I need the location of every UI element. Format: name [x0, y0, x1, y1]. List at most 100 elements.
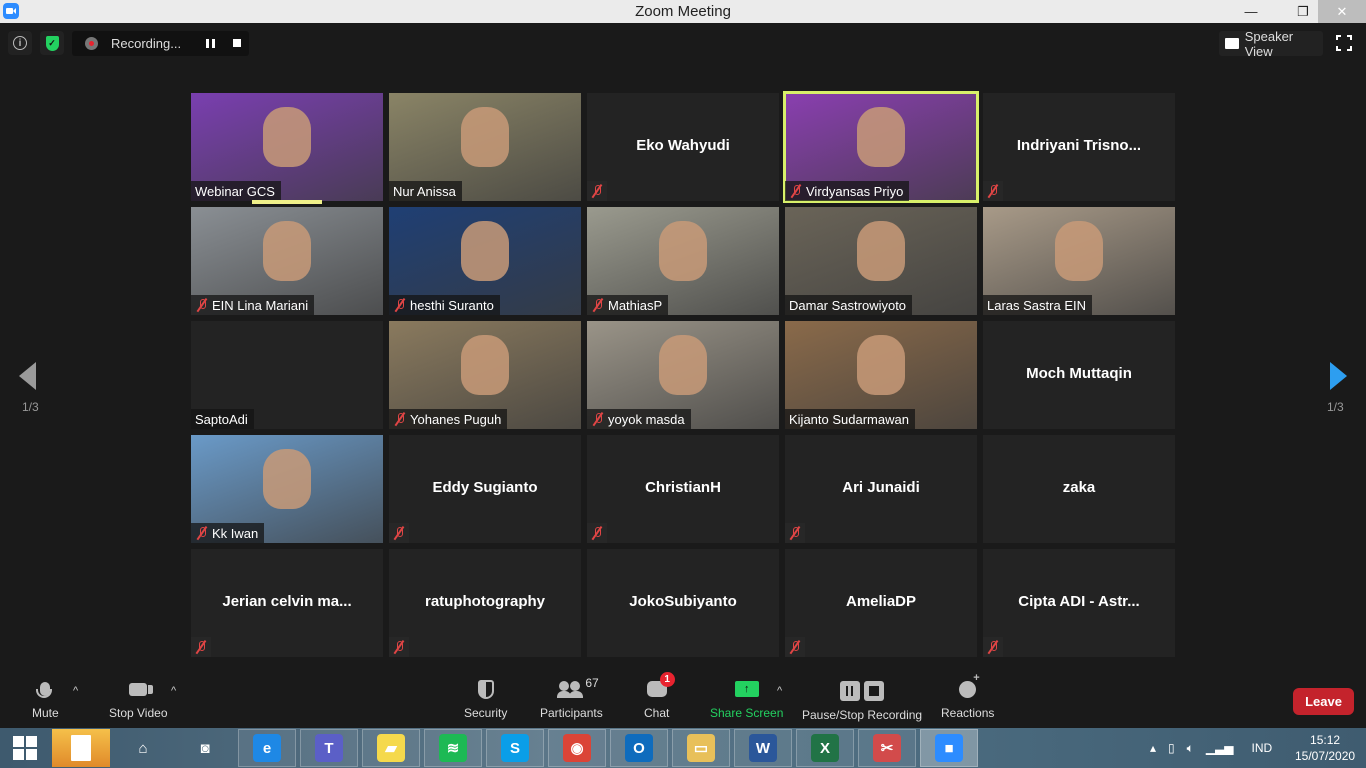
minimize-button[interactable]: —: [1228, 0, 1274, 23]
chat-unread-badge: 1: [659, 672, 675, 687]
network-signal-icon[interactable]: ▁▃▅: [1206, 741, 1234, 755]
taskbar-app-word[interactable]: W: [734, 729, 792, 767]
taskbar-app-microsoft-teams[interactable]: T: [300, 729, 358, 767]
page-indicator-left: 1/3: [22, 400, 39, 414]
excel-icon: X: [811, 734, 839, 762]
participant-name: ratuphotography: [425, 593, 545, 610]
participant-name-label: Laras Sastra EIN: [983, 295, 1092, 315]
mute-label: Mute: [32, 706, 59, 720]
share-screen-button[interactable]: ↑ Share Screen: [710, 678, 783, 720]
start-button[interactable]: [0, 729, 50, 767]
speaker-view-label: Speaker View: [1244, 28, 1294, 59]
participant-tile[interactable]: Virdyansas Priyo: [783, 91, 979, 203]
title-bar: Zoom Meeting — ❐ ✕: [0, 0, 1366, 23]
participant-name: Kk Iwan: [212, 525, 259, 541]
participants-button[interactable]: 67 Participants: [540, 676, 603, 720]
volume-icon[interactable]: 🔈︎: [1187, 741, 1194, 756]
taskbar-app-sticky-notes[interactable]: ▰: [362, 729, 420, 767]
participant-name: Nur Anissa: [393, 183, 456, 199]
meeting-info-button[interactable]: i: [8, 31, 32, 55]
participant-tile[interactable]: Yohanes Puguh: [389, 321, 581, 429]
pause-recording-button[interactable]: [206, 39, 215, 48]
muted-indicator: [983, 637, 1003, 657]
show-hidden-icons-chevron[interactable]: ▴: [1150, 741, 1156, 755]
taskbar-app-file-explorer-pinned[interactable]: [52, 729, 110, 767]
participant-name: JokoSubiyanto: [629, 593, 737, 610]
taskbar-app-internet-explorer[interactable]: e: [238, 729, 296, 767]
taskbar-app-snipping-tool[interactable]: ✂: [858, 729, 916, 767]
security-button[interactable]: Security: [464, 678, 507, 720]
chat-button[interactable]: 1 Chat: [644, 672, 675, 720]
stop-recording-button[interactable]: [233, 39, 241, 47]
participant-tile[interactable]: Laras Sastra EIN: [983, 207, 1175, 315]
encryption-button[interactable]: ✓: [40, 31, 64, 55]
participant-name-label: yoyok masda: [587, 409, 691, 429]
clock-date: 15/07/2020: [1295, 749, 1356, 763]
participant-tile[interactable]: Eddy Sugianto: [389, 435, 581, 543]
participant-tile[interactable]: zaka: [983, 435, 1175, 543]
participant-tile[interactable]: Damar Sastrowiyoto: [785, 207, 977, 315]
participant-name: EIN Lina Mariani: [212, 297, 309, 313]
muted-mic-icon: [591, 297, 605, 313]
muted-mic-icon: [789, 183, 803, 199]
taskbar-app-zoom[interactable]: ■: [920, 729, 978, 767]
reactions-button[interactable]: Reactions: [941, 672, 994, 721]
participant-name: Moch Muttaqin: [1026, 365, 1132, 382]
participant-tile[interactable]: hesthi Suranto: [389, 207, 581, 315]
participant-tile[interactable]: Nur Anissa: [389, 93, 581, 201]
audio-options-caret[interactable]: ^: [73, 685, 78, 697]
camera-app-icon: ◙: [200, 739, 210, 757]
participant-tile[interactable]: Kijanto Sudarmawan: [785, 321, 977, 429]
input-language[interactable]: IND: [1252, 741, 1273, 755]
speaker-view-button[interactable]: Speaker View: [1219, 28, 1323, 59]
participant-tile[interactable]: ratuphotography: [389, 549, 581, 657]
taskbar-app-outlook[interactable]: O: [610, 729, 668, 767]
participant-tile[interactable]: Kk Iwan: [191, 435, 383, 543]
participant-tile[interactable]: JokoSubiyanto: [587, 549, 779, 657]
leave-button[interactable]: Leave: [1293, 688, 1354, 715]
taskbar-app-camera-app[interactable]: ◙: [176, 729, 234, 767]
participant-tile[interactable]: Cipta ADI - Astr...: [983, 549, 1175, 657]
pause-stop-recording-label: Pause/Stop Recording: [802, 708, 923, 722]
taskbar-app-chrome[interactable]: ◉: [548, 729, 606, 767]
next-page-arrow[interactable]: [1330, 362, 1347, 390]
taskbar-app-home[interactable]: ⌂: [114, 729, 172, 767]
participant-tile[interactable]: Webinar GCS: [191, 93, 383, 201]
video-options-caret[interactable]: ^: [171, 685, 176, 697]
participant-tile[interactable]: Indriyani Trisno...: [983, 93, 1175, 201]
word-icon: W: [749, 734, 777, 762]
taskbar-app-skype[interactable]: S: [486, 729, 544, 767]
battery-charging-icon[interactable]: ▯: [1168, 741, 1175, 755]
info-icon: i: [13, 36, 27, 50]
participant-tile[interactable]: Jerian celvin ma...: [191, 549, 383, 657]
video-camera-icon: [129, 682, 154, 696]
taskbar-app-spotify[interactable]: ≋: [424, 729, 482, 767]
participant-tile[interactable]: AmeliaDP: [785, 549, 977, 657]
fullscreen-button[interactable]: [1336, 35, 1352, 51]
close-button[interactable]: ✕: [1318, 0, 1366, 23]
taskbar-app-excel[interactable]: X: [796, 729, 854, 767]
file-explorer-icon: ▭: [687, 734, 715, 762]
taskbar-app-file-explorer[interactable]: ▭: [672, 729, 730, 767]
participant-tile[interactable]: Moch Muttaqin: [983, 321, 1175, 429]
taskbar-clock[interactable]: 15:12 15/07/2020: [1295, 732, 1355, 764]
pause-stop-recording-button[interactable]: Pause/Stop Recording: [802, 680, 922, 722]
share-options-caret[interactable]: ^: [777, 685, 782, 697]
participant-tile[interactable]: Ari Junaidi: [785, 435, 977, 543]
participants-count: 67: [585, 676, 599, 690]
participant-tile[interactable]: yoyok masda: [587, 321, 779, 429]
participant-tile[interactable]: SaptoAdi: [191, 321, 383, 429]
participant-tile[interactable]: MathiasP: [587, 207, 779, 315]
participant-video: [461, 107, 509, 167]
mute-button[interactable]: Mute: [32, 678, 59, 720]
participant-tile[interactable]: ChristianH: [587, 435, 779, 543]
participant-name-label: Virdyansas Priyo: [785, 181, 910, 201]
stop-video-button[interactable]: Stop Video: [109, 678, 168, 720]
participant-tile[interactable]: EIN Lina Mariani: [191, 207, 383, 315]
participant-name: Kijanto Sudarmawan: [789, 411, 909, 427]
previous-page-arrow[interactable]: [19, 362, 36, 390]
participant-video: [857, 221, 905, 281]
participant-tile[interactable]: Eko Wahyudi: [587, 93, 779, 201]
muted-mic-icon: [788, 525, 802, 541]
participant-name: AmeliaDP: [845, 593, 917, 610]
